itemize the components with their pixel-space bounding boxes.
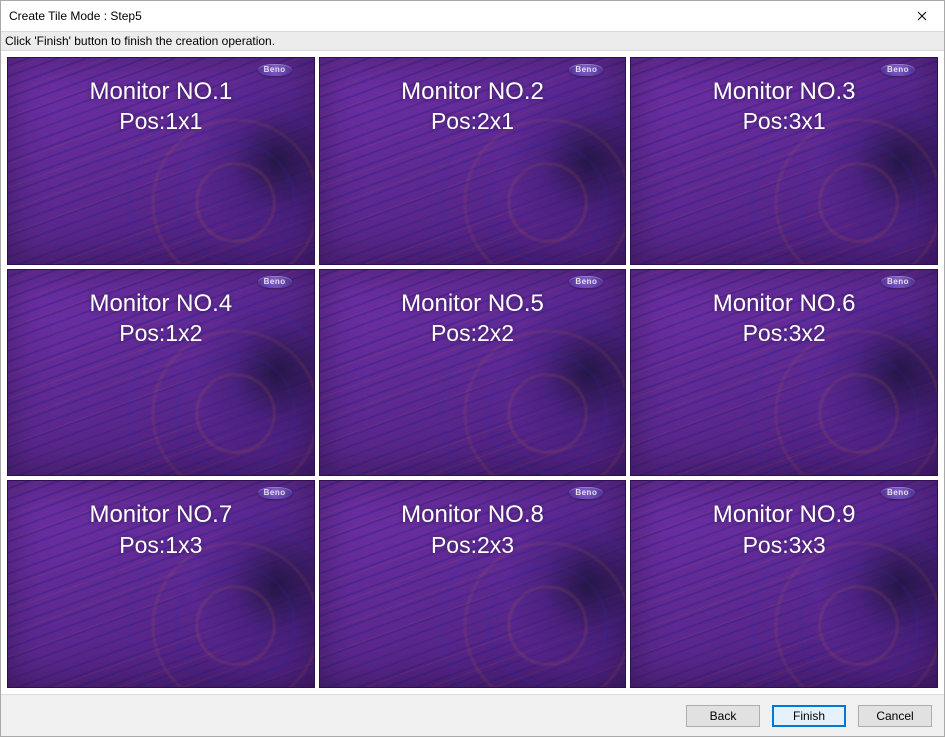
tile-position: Pos:1x1	[119, 107, 202, 137]
tile-monitor-7: BenoMonitor NO.7Pos:1x3	[7, 480, 315, 688]
tile-label-group: Monitor NO.9Pos:3x3	[631, 499, 937, 560]
tile-position: Pos:2x1	[431, 107, 514, 137]
tile-position: Pos:2x2	[431, 319, 514, 349]
tile-position: Pos:3x2	[743, 319, 826, 349]
brand-logo: Beno	[881, 276, 915, 288]
brand-logo: Beno	[258, 487, 292, 499]
tile-position: Pos:1x3	[119, 531, 202, 561]
titlebar-controls	[899, 1, 944, 31]
tile-monitor-6: BenoMonitor NO.6Pos:3x2	[630, 269, 938, 477]
tile-title: Monitor NO.6	[713, 288, 856, 319]
brand-logo: Beno	[881, 64, 915, 76]
cancel-button[interactable]: Cancel	[858, 705, 932, 727]
window-title: Create Tile Mode : Step5	[9, 9, 142, 23]
tile-title: Monitor NO.5	[401, 288, 544, 319]
tile-title: Monitor NO.7	[89, 499, 232, 530]
tile-label-group: Monitor NO.2Pos:2x1	[320, 76, 626, 137]
tile-title: Monitor NO.2	[401, 76, 544, 107]
tile-label-group: Monitor NO.3Pos:3x1	[631, 76, 937, 137]
tile-label-group: Monitor NO.5Pos:2x2	[320, 288, 626, 349]
tile-label-group: Monitor NO.6Pos:3x2	[631, 288, 937, 349]
wizard-window: Create Tile Mode : Step5 Click 'Finish' …	[0, 0, 945, 737]
brand-logo: Beno	[258, 276, 292, 288]
tile-swirl-graphic	[725, 272, 938, 476]
tile-label-group: Monitor NO.7Pos:1x3	[8, 499, 314, 560]
tile-swirl-graphic	[101, 484, 314, 688]
tile-swirl-graphic	[725, 61, 938, 265]
tile-title: Monitor NO.1	[89, 76, 232, 107]
button-bar: Back Finish Cancel	[1, 694, 944, 736]
brand-logo: Beno	[258, 64, 292, 76]
titlebar: Create Tile Mode : Step5	[1, 1, 944, 31]
tile-swirl-graphic	[101, 272, 314, 476]
tile-monitor-5: BenoMonitor NO.5Pos:2x2	[319, 269, 627, 477]
tile-title: Monitor NO.3	[713, 76, 856, 107]
tile-swirl-graphic	[725, 484, 938, 688]
tile-title: Monitor NO.8	[401, 499, 544, 530]
tile-monitor-1: BenoMonitor NO.1Pos:1x1	[7, 57, 315, 265]
preview-area: BenoMonitor NO.1Pos:1x1BenoMonitor NO.2P…	[1, 51, 944, 694]
close-icon	[917, 8, 927, 24]
tile-monitor-4: BenoMonitor NO.4Pos:1x2	[7, 269, 315, 477]
brand-logo: Beno	[569, 276, 603, 288]
finish-button[interactable]: Finish	[772, 705, 846, 727]
tile-position: Pos:3x3	[743, 531, 826, 561]
back-button[interactable]: Back	[686, 705, 760, 727]
tile-label-group: Monitor NO.1Pos:1x1	[8, 76, 314, 137]
tile-swirl-graphic	[413, 484, 626, 688]
brand-logo: Beno	[569, 64, 603, 76]
tile-swirl-graphic	[413, 272, 626, 476]
tile-position: Pos:3x1	[743, 107, 826, 137]
tile-monitor-2: BenoMonitor NO.2Pos:2x1	[319, 57, 627, 265]
tile-position: Pos:1x2	[119, 319, 202, 349]
tile-grid: BenoMonitor NO.1Pos:1x1BenoMonitor NO.2P…	[7, 57, 938, 688]
tile-monitor-3: BenoMonitor NO.3Pos:3x1	[630, 57, 938, 265]
brand-logo: Beno	[881, 487, 915, 499]
tile-position: Pos:2x3	[431, 531, 514, 561]
tile-swirl-graphic	[101, 61, 314, 265]
tile-title: Monitor NO.4	[89, 288, 232, 319]
tile-swirl-graphic	[413, 61, 626, 265]
tile-monitor-9: BenoMonitor NO.9Pos:3x3	[630, 480, 938, 688]
instruction-bar: Click 'Finish' button to finish the crea…	[1, 31, 944, 51]
tile-monitor-8: BenoMonitor NO.8Pos:2x3	[319, 480, 627, 688]
brand-logo: Beno	[569, 487, 603, 499]
instruction-text: Click 'Finish' button to finish the crea…	[5, 34, 275, 48]
tile-label-group: Monitor NO.4Pos:1x2	[8, 288, 314, 349]
tile-label-group: Monitor NO.8Pos:2x3	[320, 499, 626, 560]
close-button[interactable]	[899, 1, 944, 31]
tile-title: Monitor NO.9	[713, 499, 856, 530]
